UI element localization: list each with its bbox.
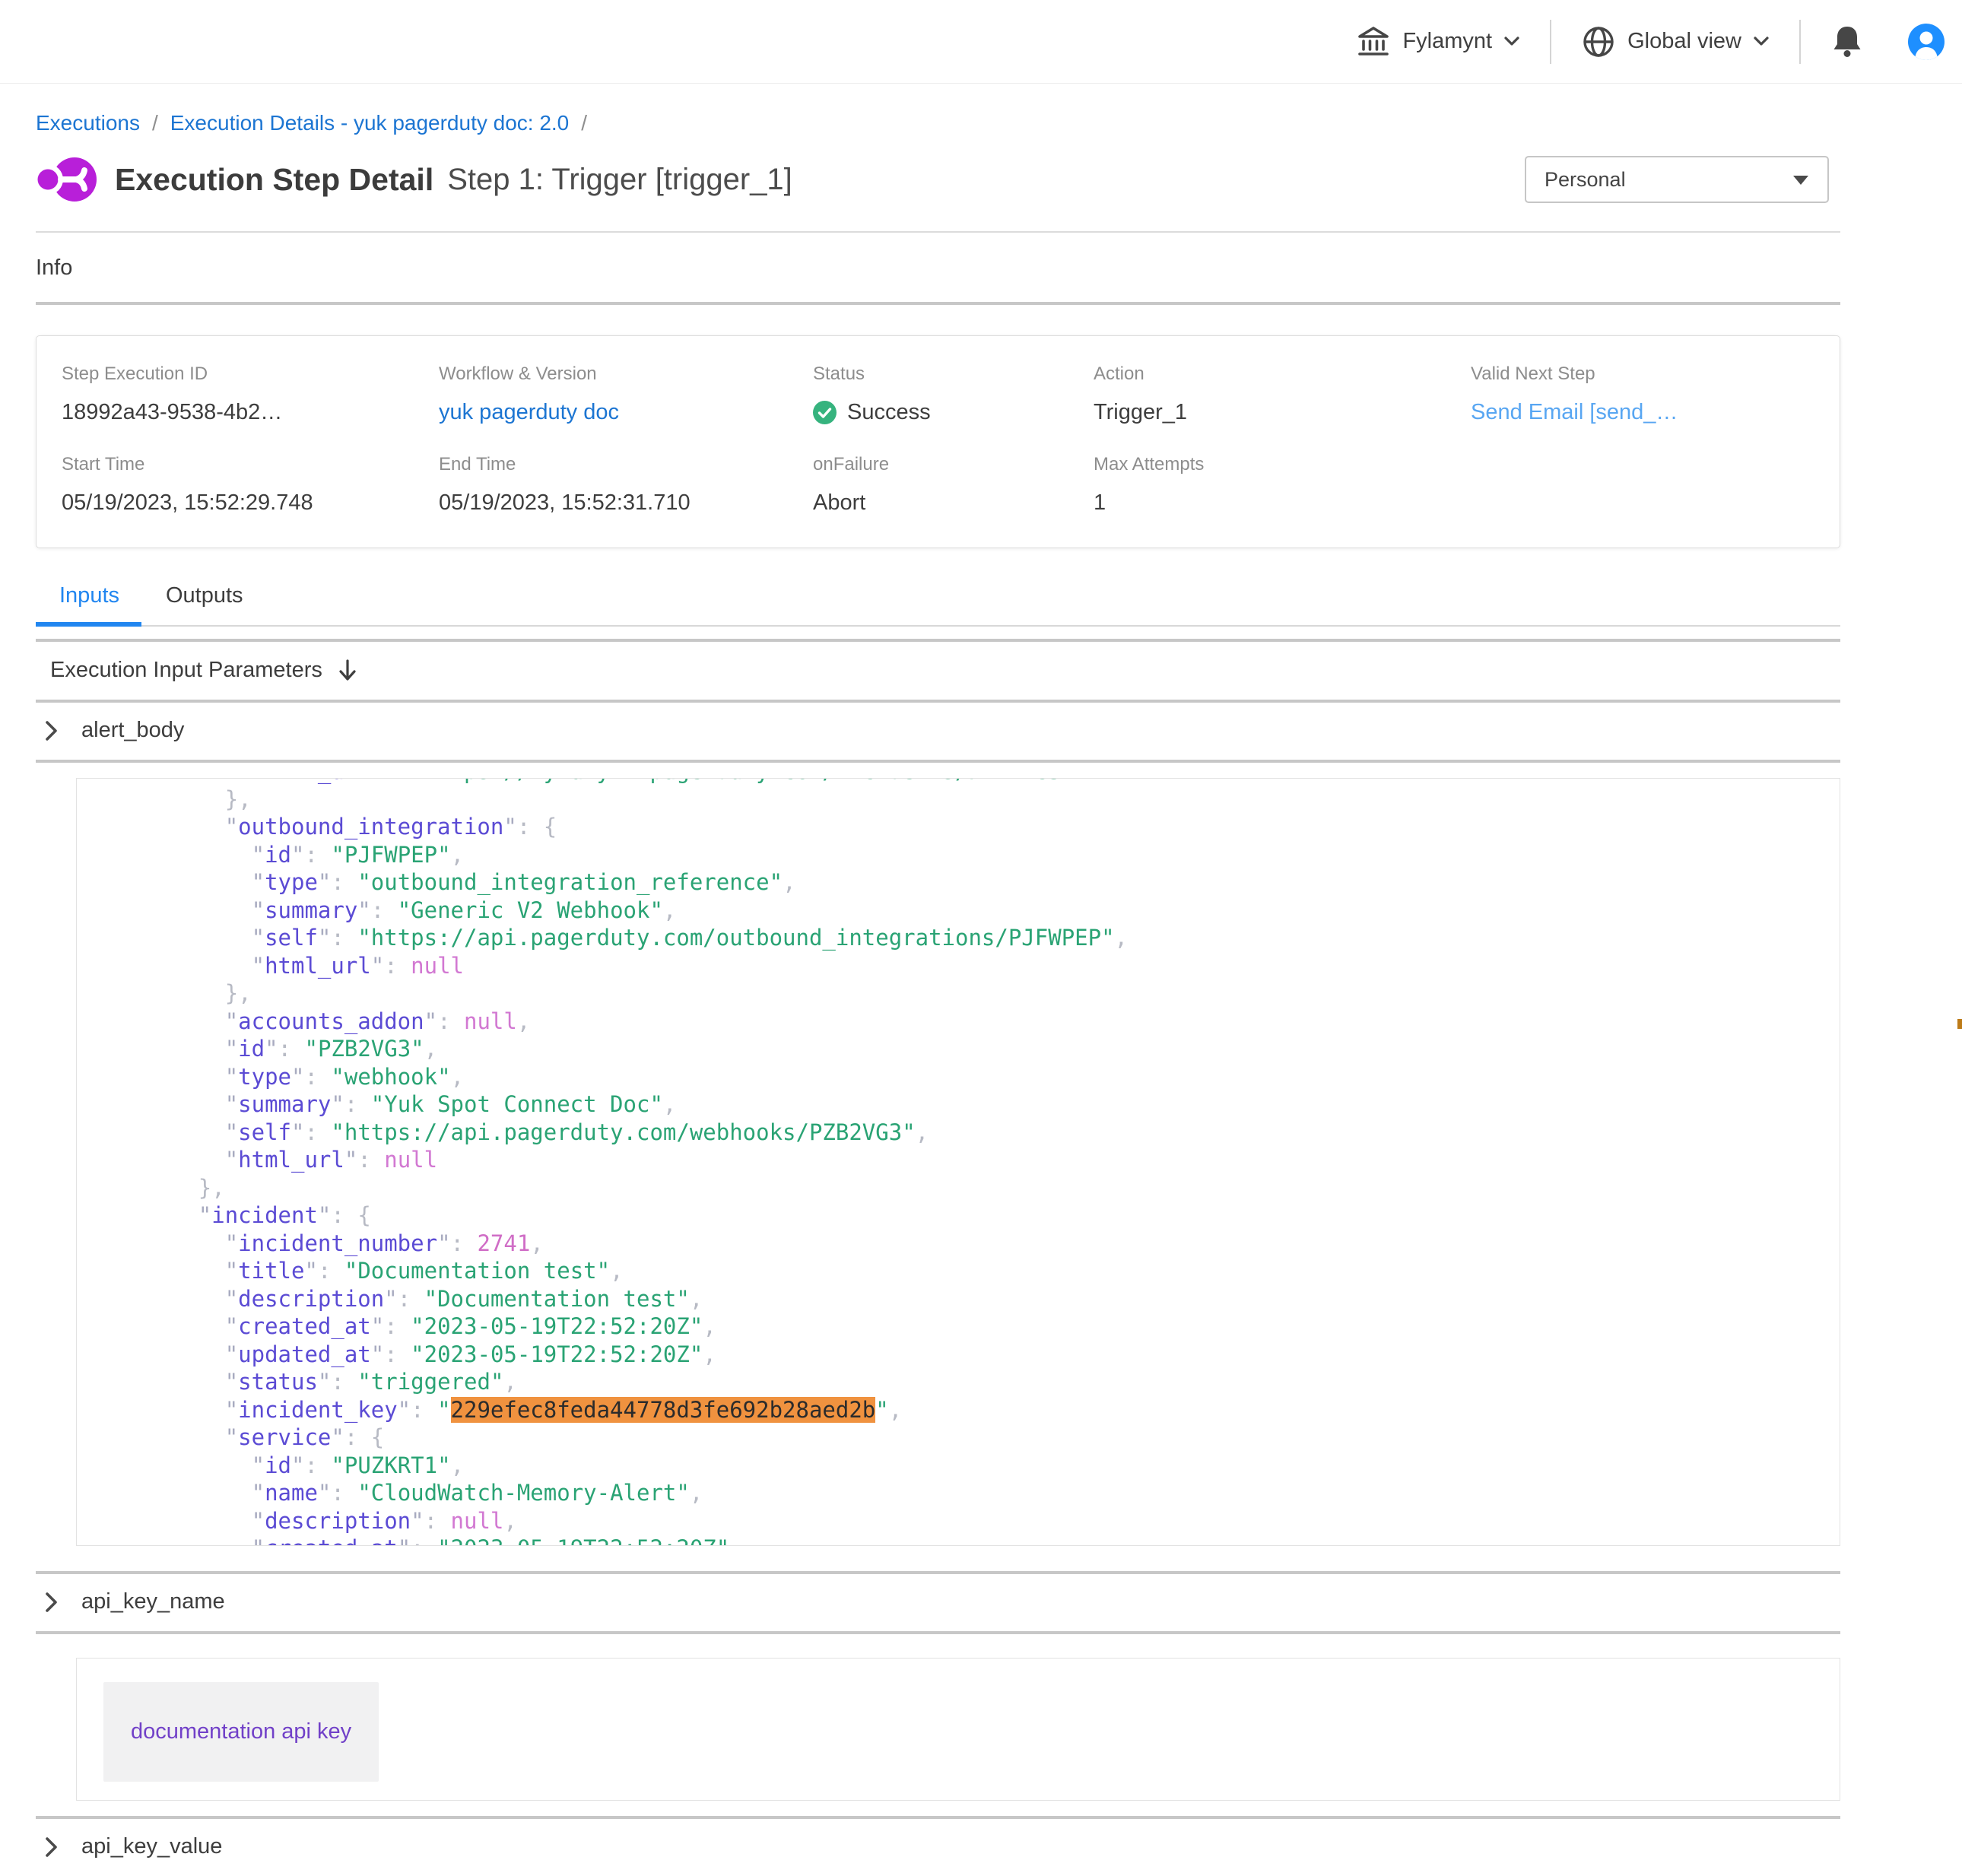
chevron-down-icon — [1504, 37, 1519, 46]
chevron-right-icon — [46, 1592, 58, 1612]
field-onfailure: onFailure Abort — [813, 454, 1094, 516]
breadcrumb-separator: / — [581, 111, 587, 135]
field-value: 05/19/2023, 15:52:29.748 — [62, 490, 439, 516]
breadcrumb-separator: / — [152, 111, 158, 135]
breadcrumb-execution-details-link[interactable]: Execution Details - yuk pagerduty doc: 2… — [170, 111, 570, 135]
chevron-right-icon — [46, 721, 58, 741]
field-label: Action — [1094, 363, 1471, 385]
info-card: Step Execution ID 18992a43-9538-4b2… Wor… — [36, 335, 1840, 548]
tab-outputs[interactable]: Outputs — [166, 583, 243, 625]
params-heading: Execution Input Parameters — [50, 658, 322, 683]
field-label: Status — [813, 363, 1094, 385]
field-value: 1 — [1094, 490, 1471, 516]
view-switcher[interactable]: Global view — [1582, 25, 1769, 59]
divider — [36, 231, 1840, 233]
section-api-key-value[interactable]: api_key_value — [36, 1819, 1840, 1876]
json-code: "html_url": "https://fylamynt.pagerduty.… — [77, 778, 1840, 1546]
title-row: Execution Step Detail Step 1: Trigger [t… — [36, 149, 1840, 210]
section-api-key-name[interactable]: api_key_name — [36, 1574, 1840, 1631]
field-start-time: Start Time 05/19/2023, 15:52:29.748 — [62, 454, 439, 516]
notifications-button[interactable] — [1831, 24, 1863, 59]
bank-icon — [1357, 25, 1390, 59]
section-label: alert_body — [81, 718, 184, 743]
chevron-right-icon — [46, 1837, 58, 1857]
field-step-execution-id: Step Execution ID 18992a43-9538-4b2… — [62, 363, 439, 425]
section-label: api_key_name — [81, 1589, 225, 1614]
chevron-down-icon — [1754, 37, 1769, 46]
download-arrow-icon[interactable] — [338, 659, 357, 683]
tab-bar: Inputs Outputs — [36, 583, 1840, 627]
field-status: Status Success — [813, 363, 1094, 425]
field-workflow-version: Workflow & Version yuk pagerduty doc — [439, 363, 813, 425]
field-label: Workflow & Version — [439, 363, 813, 385]
divider — [36, 760, 1840, 763]
breadcrumb: Executions / Execution Details - yuk pag… — [36, 111, 1840, 135]
info-section-heading: Info — [36, 256, 1840, 281]
tab-inputs[interactable]: Inputs — [36, 583, 143, 625]
bell-icon — [1831, 24, 1863, 59]
next-step-link[interactable]: Send Email [send_… — [1471, 400, 1840, 425]
status-text: Success — [847, 400, 931, 425]
api-key-name-card: documentation api key — [76, 1658, 1840, 1801]
workflow-logo-icon — [36, 149, 97, 210]
page-subtitle: Step 1: Trigger [trigger_1] — [447, 163, 792, 197]
field-value: Abort — [813, 490, 1094, 516]
section-alert-body[interactable]: alert_body — [36, 703, 1840, 760]
field-label: Valid Next Step — [1471, 363, 1840, 385]
field-action: Action Trigger_1 — [1094, 363, 1471, 425]
workflow-link[interactable]: yuk pagerduty doc — [439, 400, 813, 425]
page-title: Execution Step Detail — [115, 162, 433, 198]
field-label: onFailure — [813, 454, 1094, 475]
scope-select-value: Personal — [1545, 168, 1626, 192]
view-label: Global view — [1627, 29, 1741, 54]
field-value: 05/19/2023, 15:52:31.710 — [439, 490, 813, 516]
divider — [1550, 20, 1551, 64]
main-content: Executions / Execution Details - yuk pag… — [36, 111, 1840, 1876]
field-label: End Time — [439, 454, 813, 475]
top-bar: Fylamynt Global view — [0, 0, 1962, 84]
field-value: 18992a43-9538-4b2… — [62, 400, 439, 425]
globe-icon — [1582, 25, 1615, 59]
org-label: Fylamynt — [1402, 29, 1492, 54]
divider — [1799, 20, 1801, 64]
breadcrumb-executions-link[interactable]: Executions — [36, 111, 140, 135]
user-avatar[interactable] — [1907, 23, 1945, 61]
scope-select[interactable]: Personal — [1525, 156, 1829, 203]
divider — [36, 1631, 1840, 1634]
find-match-scroll-marker — [1957, 1019, 1962, 1029]
field-label: Max Attempts — [1094, 454, 1471, 475]
section-label: api_key_value — [81, 1834, 222, 1859]
execution-input-parameters-header: Execution Input Parameters — [36, 642, 1840, 700]
org-switcher[interactable]: Fylamynt — [1357, 25, 1519, 59]
success-check-icon — [813, 401, 837, 424]
field-valid-next-step: Valid Next Step Send Email [send_… — [1471, 363, 1840, 425]
field-value: Trigger_1 — [1094, 400, 1471, 425]
status-badge: Success — [813, 400, 1094, 425]
field-end-time: End Time 05/19/2023, 15:52:31.710 — [439, 454, 813, 516]
api-key-name-chip: documentation api key — [103, 1682, 379, 1782]
alert-body-json-viewer[interactable]: "html_url": "https://fylamynt.pagerduty.… — [76, 778, 1840, 1546]
caret-down-icon — [1792, 174, 1809, 186]
divider — [36, 302, 1840, 305]
field-label: Start Time — [62, 454, 439, 475]
field-label: Step Execution ID — [62, 363, 439, 385]
field-max-attempts: Max Attempts 1 — [1094, 454, 1471, 516]
